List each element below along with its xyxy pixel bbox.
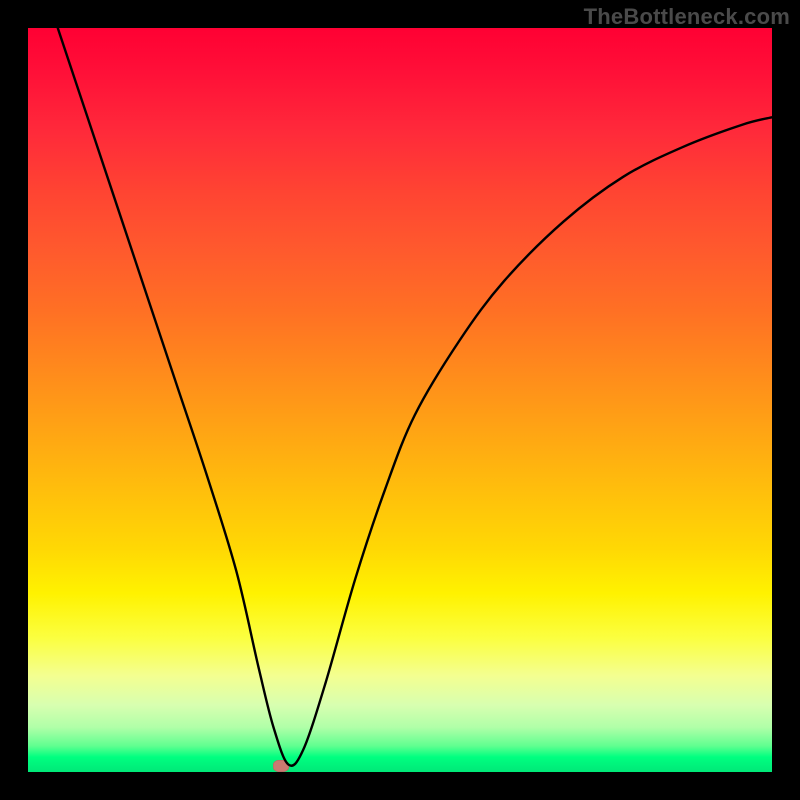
plot-area bbox=[28, 28, 772, 772]
curve-path bbox=[58, 28, 772, 766]
chart-frame: TheBottleneck.com bbox=[0, 0, 800, 800]
bottleneck-curve bbox=[28, 28, 772, 772]
watermark-text: TheBottleneck.com bbox=[584, 4, 790, 30]
